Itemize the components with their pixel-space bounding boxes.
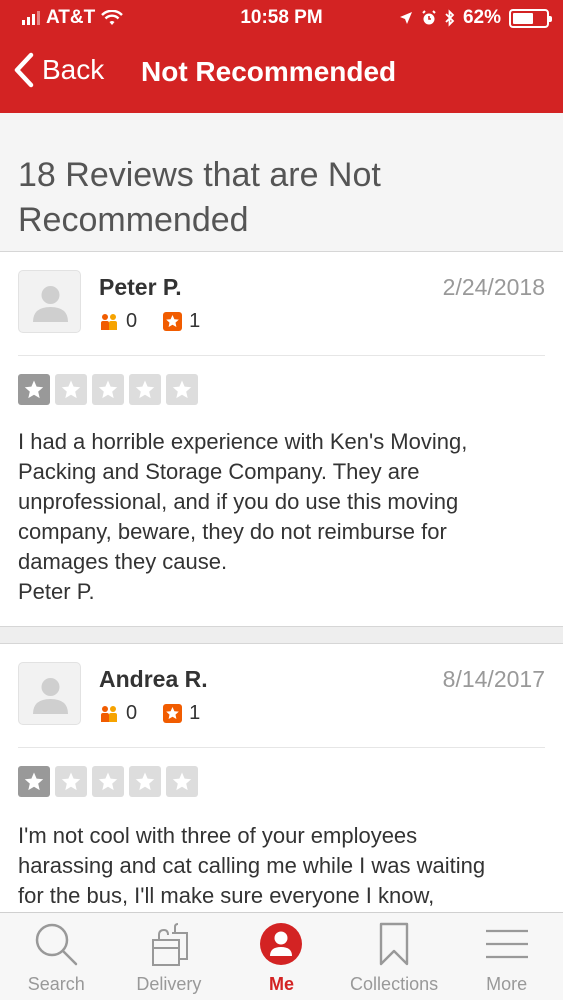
star-icon [24,380,44,398]
back-button-label: Back [42,54,105,85]
app-header: AT&T 10:58 PM 62% Back Not Recommended [0,0,563,113]
review-date: 8/14/2017 [442,666,545,692]
battery-icon [509,8,552,28]
tab-label: Delivery [136,974,202,994]
reviewer-name[interactable]: Andrea R. [99,666,208,693]
review-text-line: I'm not cool with three of your employee… [18,823,418,848]
review-text-line: Packing and Storage Company. They are [18,459,420,484]
avatar[interactable] [18,662,81,725]
review-text-line: for the bus, I'll make sure everyone I k… [18,883,435,908]
star-icon [135,772,155,790]
review-star-icon [163,704,183,723]
reviewer-stats: 0 1 [99,310,226,333]
divider [18,747,545,748]
review-star-icon [163,312,183,331]
bookmark-icon [379,922,409,966]
review-text-line: I had a horrible experience with Ken's M… [18,429,468,454]
friends-icon [101,313,117,330]
star-icon [172,380,192,398]
default-user-icon [33,286,68,322]
tab-bar: Search Delivery Me Collections More [0,912,563,1000]
star-filled [18,374,50,405]
star-rating [18,766,198,797]
reviews-count: 1 [189,310,201,332]
section-heading: 18 Reviews that are Not Recommended [18,156,381,239]
chevron-left-icon [14,52,34,88]
location-arrow-icon [399,12,412,24]
tab-search[interactable]: Search [0,913,113,1000]
review-card: Andrea R. 8/14/2017 0 1 I'm not cool wit… [0,644,563,912]
star-rating [18,374,198,405]
star-empty [55,374,87,405]
review-text: I'm not cool with three of your employee… [18,821,553,911]
friends-stat: 0 [99,310,137,333]
star-icon [98,380,118,398]
status-bar: AT&T 10:58 PM 62% [0,0,563,38]
tab-label: More [486,974,528,994]
delivery-bag-icon [151,923,188,966]
review-text-line: Peter P. [18,579,95,604]
star-empty [92,374,124,405]
friends-icon [101,705,117,722]
review-date: 2/24/2018 [442,274,545,300]
default-user-icon [33,678,68,714]
reviews-count: 1 [189,702,201,724]
back-button[interactable]: Back [14,52,104,88]
reviews-stat: 1 [163,310,200,333]
battery-level-fill [513,12,533,24]
star-icon [98,772,118,790]
alarm-clock-icon [422,10,436,25]
star-empty [129,766,161,797]
star-empty [129,374,161,405]
review-text-line: company, beware, they do not reimburse f… [18,519,447,544]
reviewer-name[interactable]: Peter P. [99,274,182,301]
star-icon [61,772,81,790]
review-text: I had a horrible experience with Ken's M… [18,427,553,607]
tab-collections[interactable]: Collections [338,913,451,1000]
star-icon [172,772,192,790]
star-empty [166,766,198,797]
tab-label: Collections [350,974,439,994]
review-text-line: unprofessional, and if you do use this m… [18,489,459,514]
review-text-line: harassing and cat calling me while I was… [18,853,486,878]
star-icon [135,380,155,398]
friends-stat: 0 [99,702,137,725]
tab-label: Search [27,974,85,994]
section-header: 18 Reviews that are Not Recommended [0,113,563,252]
avatar[interactable] [18,270,81,333]
reviewer-stats: 0 1 [99,702,226,725]
divider [18,355,545,356]
review-text-line: damages they cause. [18,549,228,574]
status-indicators: 62% [399,7,552,29]
tab-me[interactable]: Me [225,913,338,1000]
star-empty [55,766,87,797]
review-card: Peter P. 2/24/2018 0 1 I had a horrible … [0,252,563,626]
friends-count: 0 [126,702,138,724]
star-filled [18,766,50,797]
tab-more[interactable]: More [450,913,563,1000]
review-separator [0,626,563,644]
page-title: Not Recommended [141,56,397,87]
hamburger-icon [485,929,528,959]
tab-delivery[interactable]: Delivery [113,913,226,1000]
bluetooth-icon [445,9,455,27]
star-empty [92,766,124,797]
star-icon [24,772,44,790]
star-icon [61,380,81,398]
reviews-stat: 1 [163,702,200,725]
navigation-bar: Back Not Recommended [0,44,563,104]
tab-label: Me [268,974,294,994]
star-empty [166,374,198,405]
magnifier-icon [36,923,78,966]
person-icon [260,923,303,965]
friends-count: 0 [126,310,138,332]
battery-percent: 62% [462,7,501,28]
